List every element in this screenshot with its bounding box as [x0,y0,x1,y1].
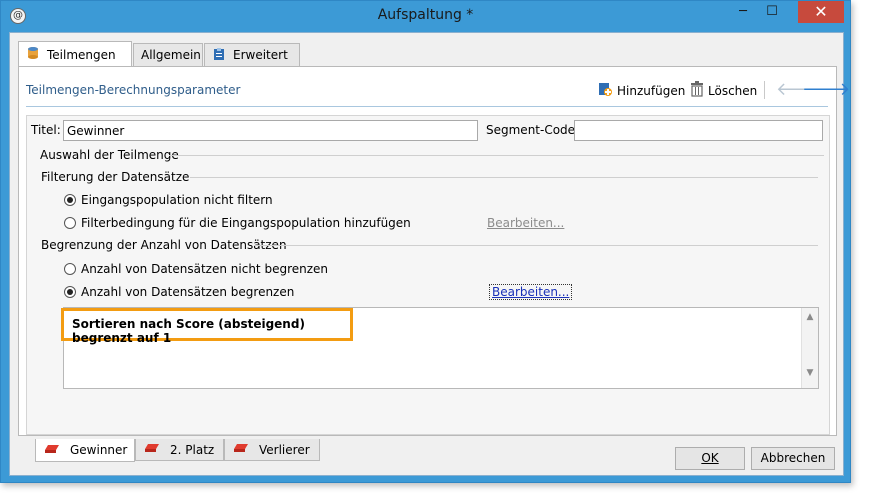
filter-group-title: Filterung der Datensätze [41,170,190,184]
filter-group-line [190,177,818,178]
segment-icon [233,442,249,457]
scroll-down-icon[interactable]: ▼ [802,368,818,378]
database-icon [26,46,40,63]
radio-add-filter[interactable]: Filterbedingung für die Eingangspopulati… [64,216,411,230]
filter-edit-link[interactable]: Bearbeiten... [487,216,564,230]
radio-no-limit[interactable]: Anzahl von Datensätzen nicht begrenzen [64,262,328,276]
radio-label: Eingangspopulation nicht filtern [81,193,273,207]
tab-erweitert[interactable]: Erweitert [204,43,300,66]
subset-tab-verlierer[interactable]: Verlierer [224,439,320,461]
title-bar[interactable]: @ Aufspaltung * ─ ☐ ✕ [1,1,850,32]
dialog-window: @ Aufspaltung * ─ ☐ ✕ Teilmengen Allgeme… [0,0,851,483]
dialog-client: Teilmengen Allgemein Erweitert Teilmenge… [9,32,850,476]
radio-indicator [64,263,76,275]
radio-indicator [64,286,76,298]
tab-label: Teilmengen [47,47,116,62]
maximize-button[interactable]: ☐ [758,1,786,23]
subset-tab-label: 2. Platz [170,442,215,457]
radio-no-filter[interactable]: Eingangspopulation nicht filtern [64,193,273,207]
ok-button[interactable]: OK [675,447,745,470]
radio-limit[interactable]: Anzahl von Datensätzen begrenzen [64,285,294,299]
cancel-label: Abbrechen [760,451,826,465]
subset-tab-label: Gewinner [70,443,128,457]
scroll-up-icon[interactable]: ▲ [802,312,818,322]
subset-tab-label: Verlierer [259,442,310,457]
radio-label: Anzahl von Datensätzen begrenzen [81,285,295,299]
delete-button[interactable]: Löschen [690,81,757,100]
summary-scrollbar[interactable]: ▲ ▼ [801,308,818,388]
radio-indicator [64,217,76,229]
limit-group-line [254,245,818,246]
title-label: Titel: [31,123,61,137]
panel-title: Teilmengen-Berechnungsparameter [26,83,241,97]
limit-group-title: Begrenzung der Anzahl von Datensätzen [41,238,287,252]
delete-label: Löschen [708,83,758,98]
selection-group-line [169,155,824,156]
tab-panel: Teilmengen-Berechnungsparameter Hinzufüg… [18,66,850,436]
radio-label: Filterbedingung für die Eingangspopulati… [81,216,411,230]
segment-code-input[interactable] [574,120,823,141]
close-button[interactable]: ✕ [798,1,844,23]
tab-label: Allgemein [141,48,201,62]
radio-indicator [64,194,76,206]
radio-label: Anzahl von Datensätzen nicht begrenzen [81,262,329,276]
segment-code-label: Segment-Code: [486,123,580,137]
segment-icon [144,442,160,457]
cancel-button[interactable]: Abbrechen [751,447,835,470]
clipboard-icon [212,47,226,64]
add-label: Hinzufügen [617,83,686,98]
subset-tab-gewinner[interactable]: Gewinner [35,439,135,462]
selection-group-title: Auswahl der Teilmenge [40,148,179,162]
subset-tab-2-platz[interactable]: 2. Platz [135,439,224,461]
minimize-button[interactable]: ─ [729,1,757,23]
limit-edit-link[interactable]: Bearbeiten... [489,284,573,300]
tab-label: Erweitert [233,48,288,62]
next-arrow-icon[interactable]: 🡒 [802,80,850,100]
summary-highlight: Sortieren nach Score (absteigend) begren… [61,308,353,345]
segment-icon [44,443,60,458]
panel-toolbar: Teilmengen-Berechnungsparameter Hinzufüg… [26,77,850,107]
tab-teilmengen[interactable]: Teilmengen [18,41,132,67]
trash-icon [690,81,704,100]
subset-form: Titel: Segment-Code: Auswahl der Teilmen… [26,115,830,435]
toolbar-divider [764,81,765,99]
tab-allgemein[interactable]: Allgemein [133,43,203,66]
add-button[interactable]: Hinzufügen [597,81,685,100]
ok-label: OK [701,451,719,465]
add-icon [597,81,613,100]
title-input[interactable] [63,120,478,141]
window-title: Aufspaltung * [377,7,474,23]
